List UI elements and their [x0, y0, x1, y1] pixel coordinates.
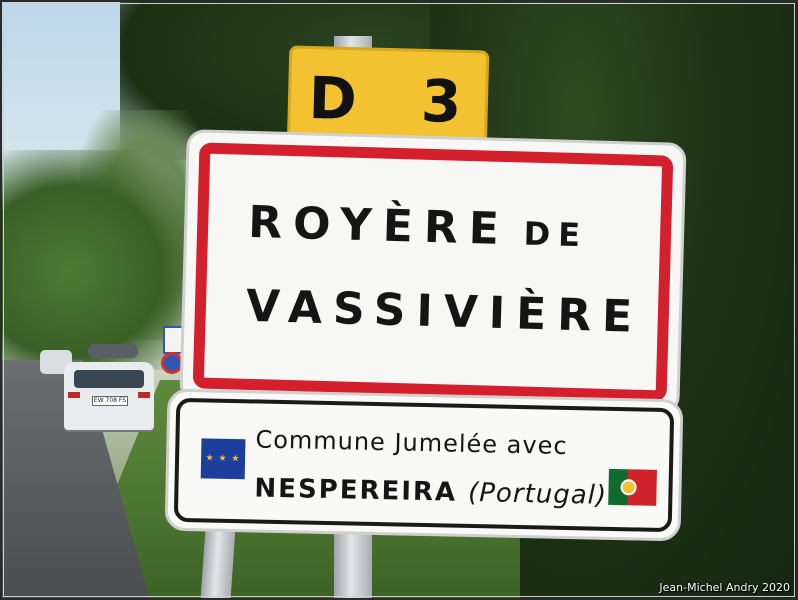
twin-town-country: (Portugal)	[467, 477, 608, 511]
car-rear-window	[74, 370, 144, 388]
license-plate: EW 708 FS	[92, 396, 128, 406]
car-tail-light-left	[68, 392, 80, 398]
sign-pole-left	[200, 528, 236, 600]
twin-town-name: NESPEREIRA	[254, 473, 458, 508]
photo: EW 708 FS D 3 ROYÈRE DE VASSIVIÈRE ★ ★ ★ …	[0, 0, 798, 600]
parked-car: EW 708 FS	[64, 362, 154, 430]
eu-flag-icon: ★ ★ ★	[200, 438, 246, 480]
twin-town: NESPEREIRA (Portugal)	[254, 473, 607, 510]
town-name-line1: ROYÈRE DE	[248, 197, 589, 257]
town-sign-red-border: ROYÈRE DE VASSIVIÈRE	[192, 142, 674, 402]
portugal-flag-icon	[608, 468, 657, 506]
photo-credit: Jean-Michel Andry 2020	[659, 581, 790, 594]
town-name-royere: ROYÈRE	[247, 196, 511, 256]
car-tail-light-right	[138, 392, 150, 398]
roof-box	[88, 344, 138, 358]
twinning-sign: ★ ★ ★ Commune Jumelée avec NESPEREIRA (P…	[164, 388, 684, 542]
town-name-de: DE	[523, 214, 589, 255]
portugal-coat-of-arms-icon	[620, 479, 637, 496]
town-name-line2: VASSIVIÈRE	[245, 280, 644, 343]
town-entry-sign: ROYÈRE DE VASSIVIÈRE	[179, 129, 687, 415]
twinning-label: Commune Jumelée avec	[255, 425, 568, 460]
twinning-sign-border: ★ ★ ★ Commune Jumelée avec NESPEREIRA (P…	[173, 397, 675, 533]
